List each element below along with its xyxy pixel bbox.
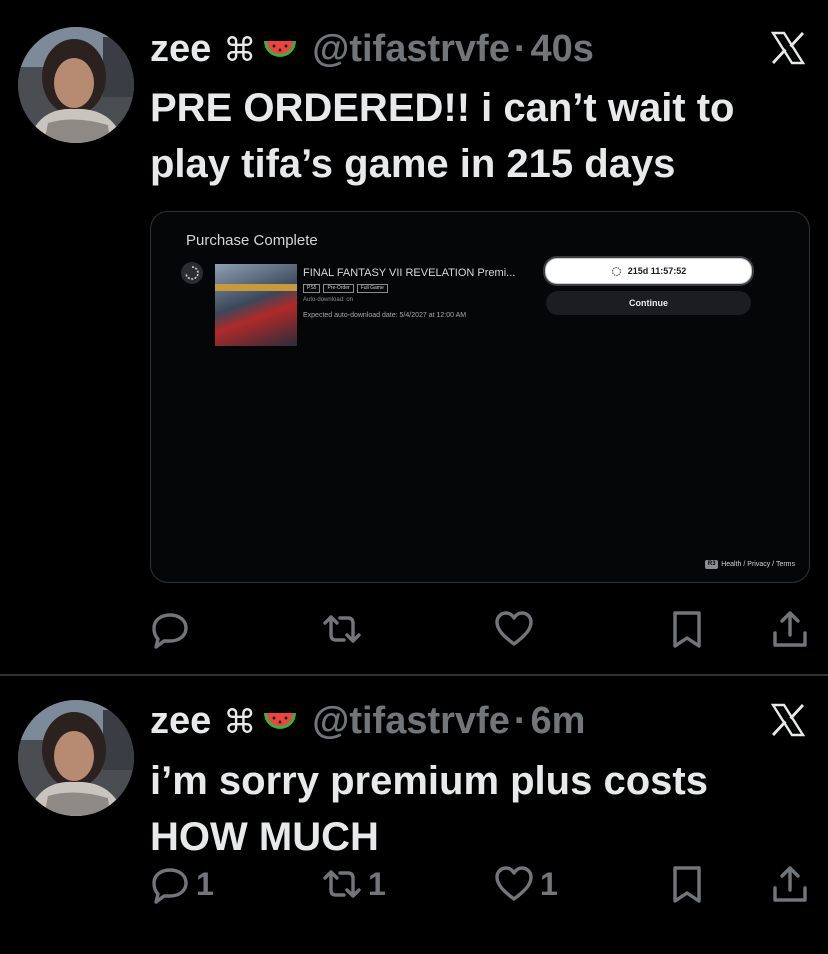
retweet-icon <box>323 870 361 898</box>
game-cover-art <box>215 264 297 346</box>
display-name[interactable]: zee <box>150 28 211 71</box>
watermelon-emoji-icon <box>264 41 297 57</box>
footer-links: Health / Privacy / Terms <box>721 561 795 568</box>
retweet-button[interactable]: 1 <box>322 862 386 906</box>
loading-spinner-icon <box>181 262 203 284</box>
user-handle[interactable]: @tifastrvfe <box>312 700 510 743</box>
tweet-actions <box>150 607 810 651</box>
like-icon <box>495 866 533 901</box>
media-card[interactable]: Purchase Complete FINAL FANTASY VII REVE… <box>150 211 810 583</box>
game-title: FINAL FANTASY VII REVELATION Premi... <box>303 267 516 279</box>
auto-download-status: Auto-download: on <box>303 297 354 303</box>
share-button[interactable] <box>770 607 810 651</box>
separator-dot: · <box>513 699 527 742</box>
tweet-text: PRE ORDERED!! i can’t wait to play tifa’… <box>150 86 735 186</box>
r3-button-icon: R3 <box>705 560 719 569</box>
share-icon <box>773 866 807 902</box>
reply-icon <box>152 613 188 649</box>
retweet-icon <box>323 615 361 643</box>
x-logo-icon <box>770 703 806 737</box>
retweet-count: 1 <box>368 865 386 902</box>
tag-platform: PS5 <box>303 284 321 293</box>
timestamp[interactable]: 40s <box>531 28 594 71</box>
clover-emoji: ⌘ <box>223 30 257 68</box>
share-button[interactable] <box>770 862 810 906</box>
bookmark-button[interactable] <box>667 607 707 651</box>
avatar[interactable] <box>18 700 134 816</box>
display-name[interactable]: zee <box>150 700 211 743</box>
reply-count: 1 <box>196 865 214 902</box>
tweet-header: zee ⌘ @tifastrvfe · 6m <box>150 698 585 744</box>
purchase-title: Purchase Complete <box>186 232 318 249</box>
tweet-header: zee ⌘ @tifastrvfe · 40s <box>150 26 594 72</box>
like-button[interactable] <box>494 607 540 651</box>
bookmark-icon <box>673 866 701 903</box>
tag-full-game: Full Game <box>356 284 388 293</box>
watermelon-emoji-icon <box>264 713 297 729</box>
retweet-button[interactable] <box>322 607 368 651</box>
reply-button[interactable] <box>150 607 196 651</box>
share-icon <box>773 611 807 647</box>
expected-download-date: Expected auto-download date: 5/4/2027 at… <box>303 312 467 319</box>
x-logo-icon <box>770 31 806 65</box>
bookmark-button[interactable] <box>667 862 707 906</box>
bookmark-icon <box>673 611 701 648</box>
tweet[interactable]: zee ⌘ @tifastrvfe · 40s PRE ORDERED!! i … <box>0 0 828 675</box>
tag-preorder: Pre-Order <box>323 284 354 293</box>
continue-button[interactable]: Continue <box>546 291 751 315</box>
spinner-icon <box>611 266 621 276</box>
game-tags: PS5 Pre-Order Full Game <box>303 284 388 293</box>
ps-footer: R3 Health / Privacy / Terms <box>705 560 795 569</box>
timestamp[interactable]: 6m <box>531 700 586 743</box>
separator-dot: · <box>513 27 527 70</box>
tweet-actions: 1 1 1 <box>150 862 810 906</box>
tweet[interactable]: zee ⌘ @tifastrvfe · 6m i’m sorry premium… <box>0 676 828 954</box>
countdown-text: 215d 11:57:52 <box>627 266 687 276</box>
like-icon <box>495 611 533 646</box>
like-count: 1 <box>540 865 558 902</box>
avatar[interactable] <box>18 27 134 143</box>
clover-emoji: ⌘ <box>223 702 257 740</box>
tweet-text: i’m sorry premium plus costs HOW MUCH <box>150 759 708 859</box>
reply-icon <box>152 868 188 904</box>
user-handle[interactable]: @tifastrvfe <box>312 28 510 71</box>
countdown-button[interactable]: 215d 11:57:52 <box>545 258 752 284</box>
like-button[interactable]: 1 <box>494 862 558 906</box>
reply-button[interactable]: 1 <box>150 862 214 906</box>
